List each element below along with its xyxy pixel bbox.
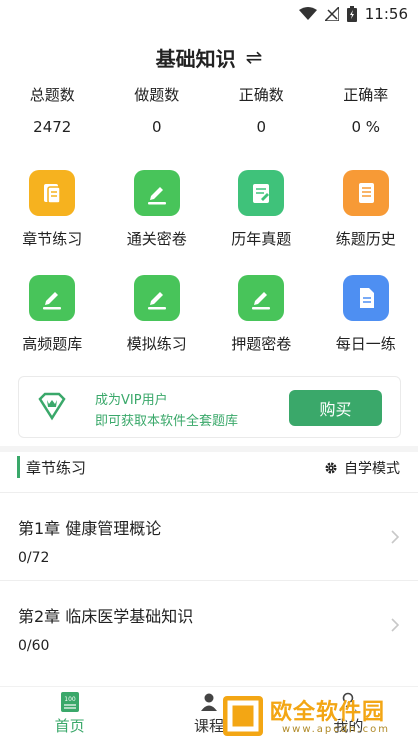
svg-text:100: 100 — [64, 696, 76, 703]
stat-accuracy: 正确率 0 % — [314, 84, 418, 136]
study-mode-label: 自学模式 — [344, 461, 400, 477]
grid-label: 每日一练 — [335, 335, 396, 353]
study-mode-toggle[interactable]: 自学模式 — [324, 458, 400, 478]
watermark-title: 欧全软件园 — [270, 700, 386, 725]
chapter-progress: 0/60 — [18, 638, 50, 654]
buy-button[interactable]: 购买 — [289, 390, 382, 426]
predicted-exam-icon — [238, 275, 285, 321]
grid-item-past-exam[interactable]: 历年真题 — [209, 170, 314, 249]
chapter-title: 第1章 健康管理概论 — [18, 519, 162, 538]
status-bar: 11:56 — [0, 0, 418, 30]
vip-card: 成为VIP用户 即可获取本软件全套题库 购买 — [18, 376, 401, 438]
stat-value: 2472 — [33, 118, 72, 136]
stat-label: 正确率 — [343, 86, 389, 104]
status-time: 11:56 — [364, 5, 408, 23]
vip-crown-icon — [38, 392, 66, 421]
grid-label: 通关密卷 — [126, 230, 187, 248]
grid-label: 模拟练习 — [126, 335, 187, 353]
stat-done: 做题数 0 — [105, 84, 210, 136]
no-signal-icon — [324, 7, 339, 21]
high-frequency-icon — [29, 275, 76, 321]
chevron-right-icon — [391, 618, 400, 632]
grid-label: 高频题库 — [22, 335, 83, 353]
battery-charging-icon — [346, 6, 357, 22]
chevron-right-icon — [391, 530, 400, 544]
section-header: 章节练习 自学模式 — [0, 452, 418, 492]
list-item[interactable]: 第1章 健康管理概论 0/72 — [0, 492, 418, 580]
grid-item-high-frequency[interactable]: 高频题库 — [0, 275, 105, 354]
tab-label: 首页 — [54, 717, 85, 735]
tab-home[interactable]: 100 首页 — [0, 687, 139, 743]
vip-title: 成为VIP用户 — [95, 393, 168, 408]
pass-exam-icon — [133, 170, 180, 216]
grid-item-predicted-exam[interactable]: 押题密卷 — [209, 275, 314, 354]
section-title: 章节练习 — [26, 459, 87, 477]
swap-icon[interactable]: ⇌ — [246, 45, 263, 69]
watermark-logo-icon — [223, 696, 263, 736]
status-icons: 11:56 — [298, 5, 408, 23]
stats-row: 总题数 2472 做题数 0 正确数 0 正确率 0 % — [0, 84, 418, 136]
grid-label: 历年真题 — [231, 230, 292, 248]
stat-label: 正确数 — [238, 86, 284, 104]
stat-correct: 正确数 0 — [209, 84, 314, 136]
stat-label: 总题数 — [29, 86, 75, 104]
grid-item-history[interactable]: 练题历史 — [314, 170, 418, 249]
chapter-practice-icon — [29, 170, 76, 216]
home-icon: 100 — [60, 692, 79, 712]
grid-item-daily-practice[interactable]: 每日一练 — [314, 275, 418, 354]
grid-label: 押题密卷 — [231, 335, 292, 353]
course-icon — [200, 693, 217, 711]
stat-value: 0 % — [351, 118, 381, 136]
stat-total: 总题数 2472 — [0, 84, 105, 136]
feature-grid: 章节练习 通关密卷 历年真题 练题历史 高频题库 模拟练习 押题密卷 每日一练 — [0, 170, 418, 354]
grid-label: 练题历史 — [335, 230, 396, 248]
grid-item-chapter-practice[interactable]: 章节练习 — [0, 170, 105, 249]
daily-practice-icon — [342, 275, 389, 321]
stat-value: 0 — [151, 118, 162, 136]
stat-label: 做题数 — [134, 86, 180, 104]
watermark-url: www.apcdn.com — [282, 724, 390, 735]
grid-label: 章节练习 — [22, 230, 83, 248]
vip-subtitle: 即可获取本软件全套题库 — [95, 414, 239, 429]
chapter-list: 第1章 健康管理概论 0/72 第2章 临床医学基础知识 0/60 — [0, 492, 418, 668]
history-icon — [342, 170, 389, 216]
watermark: 欧全软件园 www.apcdn.com — [218, 690, 418, 743]
chapter-progress: 0/72 — [18, 550, 50, 566]
section-accent-bar — [17, 456, 20, 478]
chapter-title: 第2章 临床医学基础知识 — [18, 607, 194, 626]
mock-practice-icon — [133, 275, 180, 321]
wifi-icon — [298, 7, 317, 20]
list-item[interactable]: 第2章 临床医学基础知识 0/60 — [0, 580, 418, 668]
title-bar: 基础知识 ⇌ — [0, 40, 418, 74]
grid-item-mock-practice[interactable]: 模拟练习 — [105, 275, 210, 354]
page-title[interactable]: 基础知识 — [156, 43, 236, 72]
past-exam-icon — [238, 170, 285, 216]
stat-value: 0 — [256, 118, 267, 136]
grid-item-pass-exam[interactable]: 通关密卷 — [105, 170, 210, 249]
gear-icon — [325, 462, 337, 474]
